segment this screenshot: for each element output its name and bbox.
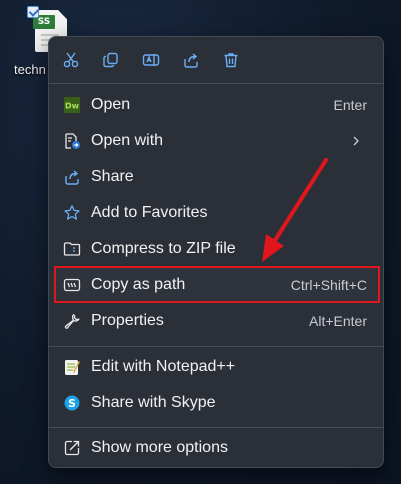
open-with-icon [63,132,81,150]
dreamweaver-icon: Dw [63,96,81,114]
menu-item-shortcut: Enter [333,97,367,113]
desktop: SS techn Dw Open Enter Open with Share A… [0,0,401,484]
share-icon [63,168,81,186]
star-icon [63,204,81,222]
svg-text:Dw: Dw [65,102,80,111]
menu-item-add-to-favorites[interactable]: Add to Favorites [55,196,377,230]
menu-item-open[interactable]: Dw Open Enter [55,88,377,122]
menu-item-shortcut: Alt+Enter [309,313,367,329]
menu-item-share[interactable]: Share [55,160,377,194]
trash-icon [224,53,238,68]
menu-item-label: Edit with Notepad++ [91,358,236,375]
copy-icon [103,52,118,68]
menu-divider [49,427,383,428]
menu-item-label: Share [91,168,134,185]
menu-item-label: Compress to ZIP file [91,240,236,257]
context-menu: Dw Open Enter Open with Share Add to Fav… [48,36,384,468]
zip-folder-icon [63,240,81,258]
desktop-file-label[interactable]: techn [14,62,46,77]
menu-item-label: Open [91,96,131,113]
scissors-icon [63,52,79,68]
menu-item-label: Share with Skype [91,394,216,411]
share-button[interactable] [181,50,201,70]
notepadpp-icon [63,358,81,376]
menu-item-label: Open with [91,132,164,149]
rename-button[interactable] [141,50,161,70]
menu-item-open-with[interactable]: Open with [55,124,377,158]
menu-item-properties[interactable]: Properties Alt+Enter [55,304,377,338]
menu-toolbar [49,37,383,83]
menu-item-label: Properties [91,312,164,329]
skype-icon: S [63,394,81,412]
menu-divider [49,346,383,347]
rename-icon [142,54,160,66]
menu-item-label: Show more options [91,439,228,456]
svg-text:S: S [68,397,76,410]
selected-checkbox[interactable] [27,6,39,18]
delete-button[interactable] [221,50,241,70]
menu-item-compress-zip[interactable]: Compress to ZIP file [55,232,377,266]
menu-item-edit-notepadpp[interactable]: Edit with Notepad++ [55,350,377,384]
toolbar-divider [49,83,383,84]
chevron-right-icon [353,136,359,146]
menu-item-label: Add to Favorites [91,204,208,221]
more-options-icon [63,439,81,457]
menu-item-show-more-options[interactable]: Show more options [55,431,377,465]
highlight-box [54,266,380,303]
copy-button[interactable] [101,50,121,70]
menu-item-share-skype[interactable]: S Share with Skype [55,386,377,420]
cut-button[interactable] [61,50,81,70]
wrench-icon [63,312,81,330]
share-icon [184,53,198,68]
